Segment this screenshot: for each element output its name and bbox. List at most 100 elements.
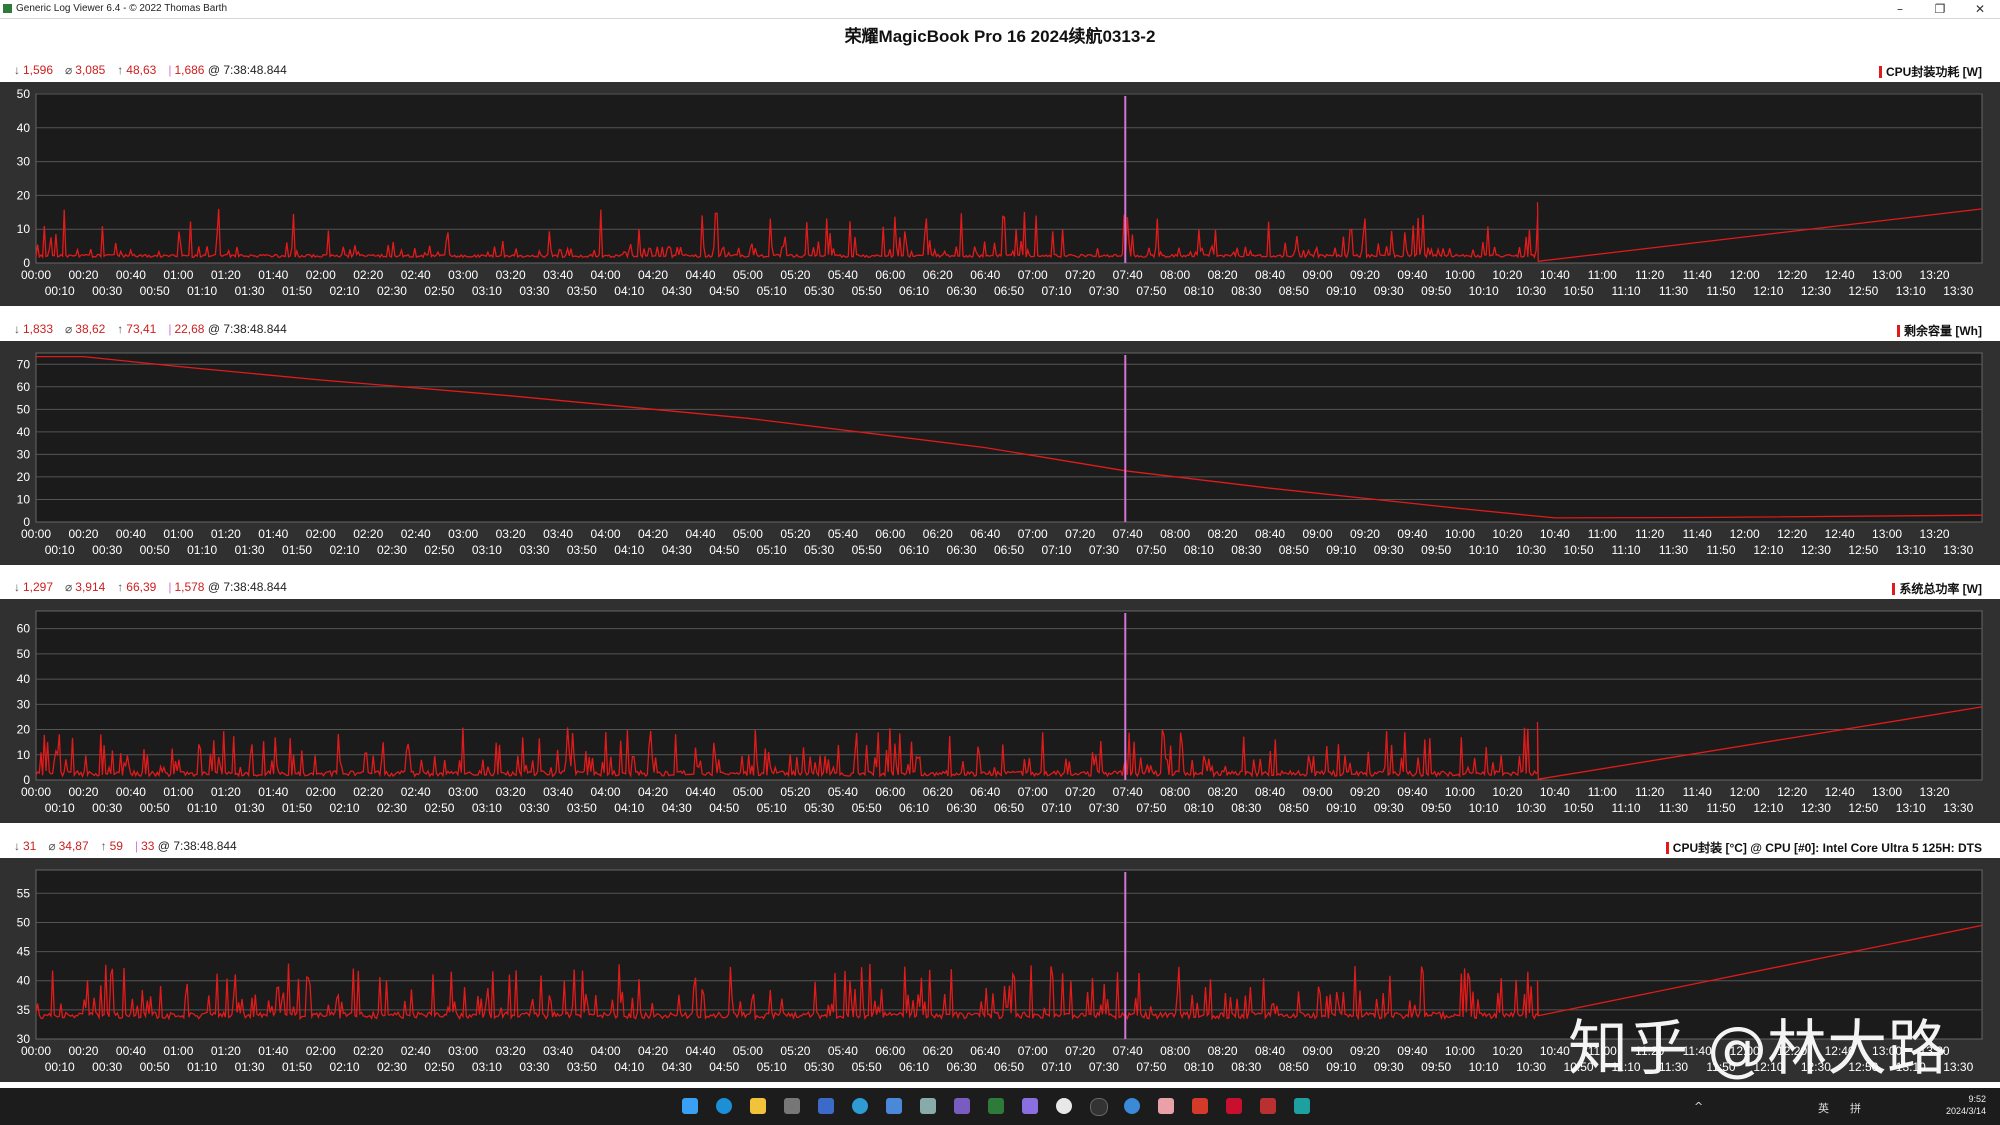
stat-avg-icon: ⌀ [65, 63, 73, 77]
app-icon-4[interactable] [784, 1098, 800, 1114]
edge-icon[interactable] [716, 1098, 732, 1114]
x-tick-label: 09:40 [1397, 268, 1427, 282]
x-tick-label: 03:00 [448, 268, 478, 282]
stat-min: ↓ 1,833 [14, 322, 53, 336]
app-icon-18[interactable] [1260, 1098, 1276, 1114]
plot-area[interactable] [35, 352, 1983, 523]
minimize-icon[interactable]: – [1880, 0, 1920, 18]
x-tick-label: 04:30 [662, 1060, 692, 1074]
stat-min: ↓ 1,297 [14, 580, 53, 594]
x-tick-label: 07:50 [1136, 543, 1166, 557]
x-tick-label: 04:40 [685, 268, 715, 282]
input-method-en[interactable]: 英 [1818, 1100, 1829, 1116]
x-tick-label: 03:40 [543, 785, 573, 799]
panel-header: ↓ 1,596 ⌀ 3,085 ↑ 48,63 | 1,686 @ 7:38:48.844 CP… [0, 58, 2000, 82]
app-icon-11[interactable] [1022, 1098, 1038, 1114]
tray-chevron-icon[interactable]: ^ [1694, 1100, 1703, 1113]
y-tick-label: 60 [17, 622, 31, 636]
x-tick-label: 11:30 [1659, 543, 1688, 557]
x-tick-label: 13:00 [1872, 527, 1902, 541]
stat-max: ↑ 66,39 [117, 580, 156, 594]
x-tick-label: 08:50 [1279, 284, 1309, 298]
x-tick-label: 07:10 [1041, 801, 1071, 815]
folder-icon[interactable] [750, 1098, 766, 1114]
x-tick-label: 06:30 [947, 1060, 977, 1074]
x-tick-label: 02:30 [377, 284, 407, 298]
x-tick-label: 09:30 [1374, 801, 1404, 815]
stat-min-value: 1,833 [23, 322, 54, 336]
x-tick-label: 04:40 [685, 1044, 715, 1058]
chart-panel-2[interactable]: 01020304050607000:00 00:20 00:40 01:00 01:20… [0, 341, 2000, 565]
input-method-pinyin[interactable]: 拼 [1850, 1100, 1861, 1116]
x-tick-label: 04:10 [614, 801, 644, 815]
chart-panel-3[interactable]: 010203040506000:00 00:20 00:40 01:00 01:20 01… [0, 599, 2000, 823]
stat-cursor-value: 33 [141, 839, 155, 853]
x-tick-label: 09:30 [1374, 543, 1404, 557]
series-label-text: CPU封装 [°C] @ CPU [#0]: Intel Core Ultra … [1672, 841, 1982, 855]
close-icon[interactable]: ✕ [1960, 0, 2000, 18]
app-icon-16[interactable] [1192, 1098, 1208, 1114]
x-tick-label: 06:40 [970, 1044, 1000, 1058]
x-tick-label: 02:40 [401, 268, 431, 282]
x-tick-label: 12:00 [1730, 527, 1760, 541]
app-icon-8[interactable] [920, 1098, 936, 1114]
clock-time: 9:52 [1968, 1094, 1986, 1104]
chart-panel-1[interactable]: 0102030405000:00 00:20 00:40 01:00 01:20 01:4… [0, 82, 2000, 306]
series-swatch [1879, 66, 1882, 78]
x-tick-label: 02:50 [424, 1060, 454, 1074]
x-tick-label: 02:30 [377, 801, 407, 815]
x-tick-label: 12:50 [1848, 801, 1878, 815]
x-tick-label: 02:50 [424, 801, 454, 815]
app-icon-15[interactable] [1158, 1098, 1174, 1114]
x-tick-label: 03:50 [567, 801, 597, 815]
stat-cursor-at: @ [204, 63, 224, 77]
x-tick-label: 06:20 [923, 785, 953, 799]
x-tick-label: 04:10 [614, 543, 644, 557]
x-tick-label: 13:10 [1896, 284, 1926, 298]
x-tick-label: 13:20 [1920, 785, 1950, 799]
x-tick-label: 11:10 [1611, 543, 1640, 557]
stat-avg-value: 3,914 [75, 580, 106, 594]
window-title: Generic Log Viewer 6.4 - © 2022 Thomas B… [16, 3, 228, 14]
app-icon-17[interactable] [1226, 1098, 1242, 1114]
stat-max-icon: ↑ [117, 322, 124, 336]
stat-avg: ⌀ 38,62 [65, 322, 105, 336]
x-tick-label: 08:20 [1208, 527, 1238, 541]
x-tick-label: 00:30 [92, 1060, 122, 1074]
app-icon-5[interactable] [818, 1098, 834, 1114]
maximize-icon[interactable]: ❐ [1920, 0, 1960, 18]
x-tick-label: 00:00 [21, 527, 51, 541]
x-tick-label: 11:30 [1659, 801, 1688, 815]
app-icon-19[interactable] [1294, 1098, 1310, 1114]
x-tick-label: 08:50 [1279, 801, 1309, 815]
app-icon-7[interactable] [886, 1098, 902, 1114]
x-tick-label: 05:40 [828, 268, 858, 282]
x-tick-label: 07:20 [1065, 785, 1095, 799]
app-icon-6[interactable] [852, 1098, 868, 1114]
x-tick-label: 09:30 [1374, 284, 1404, 298]
panel-header: ↓ 1,297 ⌀ 3,914 ↑ 66,39 | 1,578 @ 7:38:48.844 系统… [0, 575, 2000, 599]
x-tick-label: 00:00 [21, 785, 51, 799]
x-tick-label: 04:10 [614, 1060, 644, 1074]
x-tick-label: 08:30 [1231, 801, 1261, 815]
app-icon-14[interactable] [1124, 1098, 1140, 1114]
x-tick-label: 10:20 [1492, 268, 1522, 282]
app-icon [3, 4, 12, 13]
x-tick-label: 08:20 [1208, 268, 1238, 282]
start-icon[interactable] [682, 1098, 698, 1114]
app-icon-9[interactable] [954, 1098, 970, 1114]
stat-cursor-icon: | [134, 839, 139, 853]
x-tick-label: 01:00 [163, 527, 193, 541]
y-tick-label: 45 [17, 945, 31, 959]
x-tick-label: 08:40 [1255, 1044, 1285, 1058]
taskbar: ^ 英 拼 9:52 2024/3/14 [0, 1088, 2000, 1125]
x-tick-label: 13:00 [1872, 785, 1902, 799]
log-viewer-taskbar-icon[interactable] [988, 1098, 1004, 1114]
x-tick-label: 02:10 [329, 801, 359, 815]
clock[interactable]: 9:52 2024/3/14 [1946, 1093, 1986, 1117]
x-tick-label: 07:10 [1041, 1060, 1071, 1074]
app-icon-12[interactable] [1056, 1098, 1072, 1114]
app-icon-13[interactable] [1090, 1098, 1108, 1116]
x-tick-label: 01:50 [282, 284, 312, 298]
x-tick-label: 04:20 [638, 1044, 668, 1058]
